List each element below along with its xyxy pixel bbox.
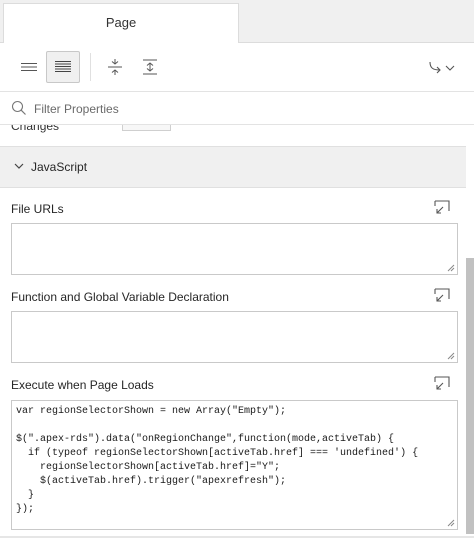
partial-control[interactable] — [122, 125, 171, 131]
open-code-editor-icon[interactable] — [433, 288, 451, 304]
show-common-icon — [21, 63, 37, 71]
resize-grip-icon[interactable] — [447, 352, 455, 360]
function-declaration-label: Function and Global Variable Declaration — [11, 290, 229, 304]
expand-all-button[interactable] — [133, 51, 167, 83]
go-to-group-icon — [429, 61, 455, 74]
filter-bar — [0, 92, 474, 125]
toolbar — [0, 43, 474, 92]
execute-on-load-label: Execute when Page Loads — [11, 378, 154, 392]
toolbar-divider — [90, 53, 91, 81]
code-content: var regionSelectorShown = new Array("Emp… — [16, 406, 419, 515]
open-code-editor-icon[interactable] — [433, 376, 451, 392]
file-urls-textarea[interactable] — [11, 223, 458, 275]
show-common-button[interactable] — [12, 51, 46, 83]
scrollbar-thumb[interactable] — [466, 258, 474, 534]
resize-grip-icon[interactable] — [447, 264, 455, 272]
properties-panel: Changes JavaScript File URLs Function an… — [0, 125, 474, 538]
collapse-all-icon — [108, 59, 122, 75]
chevron-down-icon — [14, 163, 24, 169]
show-all-icon — [55, 61, 71, 72]
search-icon — [11, 100, 26, 115]
section-title: JavaScript — [31, 160, 88, 174]
execute-on-load-textarea[interactable]: var regionSelectorShown = new Array("Emp… — [11, 400, 458, 530]
resize-grip-icon[interactable] — [447, 519, 455, 527]
open-code-editor-icon[interactable] — [433, 200, 451, 216]
collapse-all-button[interactable] — [98, 51, 132, 83]
filter-properties-input[interactable] — [34, 99, 434, 119]
file-urls-label: File URLs — [11, 202, 64, 216]
tab-page[interactable]: Page — [3, 3, 239, 44]
go-to-group-button[interactable] — [422, 51, 462, 83]
tab-bar: Page — [0, 0, 474, 44]
show-all-button[interactable] — [46, 51, 80, 83]
property-label-partial: Changes — [11, 125, 60, 133]
section-header-javascript[interactable]: JavaScript — [0, 146, 466, 188]
expand-all-icon — [143, 59, 157, 75]
function-declaration-textarea[interactable] — [11, 311, 458, 363]
